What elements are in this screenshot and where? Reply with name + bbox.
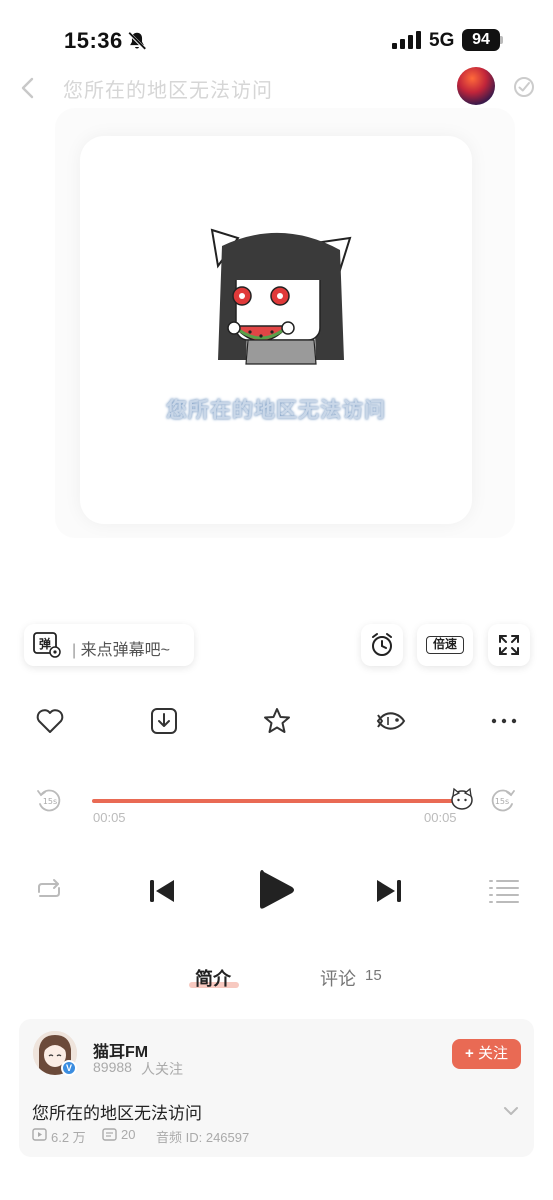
tab-comments-count[interactable]: 15	[365, 967, 382, 984]
battery-indicator: 94	[462, 29, 500, 51]
play-count-icon	[32, 1128, 47, 1141]
progress-thumb-icon[interactable]	[449, 787, 475, 811]
item-title: 您所在的地区无法访问	[32, 1104, 202, 1123]
current-time: 00:05	[93, 810, 126, 825]
followers-label: 人关注	[141, 1061, 183, 1077]
fullscreen-icon	[499, 635, 519, 655]
battery-tip	[500, 36, 503, 44]
header-title: 您所在的地区无法访问	[63, 80, 273, 102]
next-icon[interactable]	[374, 876, 404, 906]
uploader-avatar-icon[interactable]	[457, 67, 495, 105]
back-icon[interactable]	[16, 74, 40, 102]
tab-intro[interactable]: 简介	[195, 965, 231, 991]
plus-icon: +	[465, 1045, 478, 1062]
play-icon[interactable]	[256, 866, 296, 914]
svg-text:15s: 15s	[495, 797, 509, 806]
repeat-icon[interactable]	[34, 876, 64, 904]
status-time: 15:36	[64, 28, 123, 53]
alarm-clock-icon	[372, 633, 392, 656]
previous-icon[interactable]	[147, 876, 177, 906]
cat-girl-illustration	[210, 228, 352, 365]
download-icon[interactable]	[149, 706, 179, 736]
tab-comments[interactable]: 评论	[320, 965, 356, 991]
follow-button[interactable]: + 关注	[452, 1039, 521, 1069]
forward-15-icon[interactable]: 15s	[489, 786, 517, 814]
cover-caption: 您所在的地区无法访问	[166, 399, 386, 422]
speed-label: 倍速	[426, 636, 464, 654]
danmaku-count: 20	[121, 1127, 136, 1142]
audio-id: 音频 ID: 246597	[156, 1130, 250, 1145]
progress-track[interactable]	[92, 799, 462, 803]
play-count: 6.2 万	[51, 1130, 86, 1145]
network-label: 5G	[429, 30, 455, 51]
total-time: 00:05	[424, 810, 457, 825]
verified-badge-icon: V	[61, 1060, 77, 1076]
fish-icon[interactable]	[375, 706, 407, 736]
star-icon[interactable]	[262, 706, 292, 736]
follow-button-label: 关注	[477, 1045, 508, 1062]
heart-icon[interactable]	[35, 706, 65, 736]
svg-text:弹: 弹	[39, 636, 51, 651]
followers-count: 89988	[93, 1059, 132, 1075]
signal-icon	[392, 31, 421, 49]
danmaku-placeholder: | 来点弹幕吧~	[72, 642, 170, 659]
playlist-icon[interactable]	[488, 878, 520, 904]
more-icon[interactable]	[489, 706, 519, 736]
danmaku-settings-icon[interactable]: 弹	[33, 632, 61, 658]
share-check-icon[interactable]	[512, 75, 536, 99]
svg-text:15s: 15s	[43, 797, 57, 806]
danmaku-count-icon	[102, 1128, 117, 1141]
mute-bell-icon	[127, 31, 147, 51]
rewind-15-icon[interactable]: 15s	[35, 786, 63, 814]
chevron-down-icon[interactable]	[502, 1102, 520, 1120]
